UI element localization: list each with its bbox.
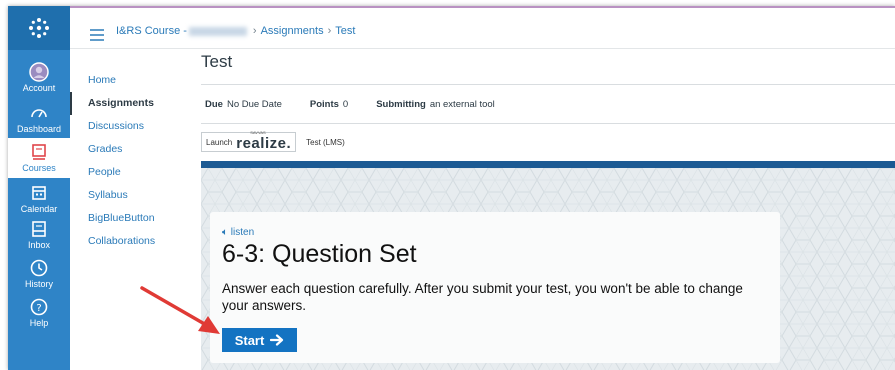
breadcrumb-separator: ›: [252, 25, 257, 37]
breadcrumb-separator: ›: [327, 25, 332, 37]
launch-label: Launch: [206, 137, 233, 147]
nav-courses-label: Courses: [22, 163, 56, 173]
external-tool-row: Launch SAVVAS realize. Test (LMS): [201, 130, 345, 153]
history-icon: [29, 258, 49, 278]
breadcrumb-course[interactable]: I&RS Course -: [116, 25, 187, 37]
nav-inbox-label: Inbox: [27, 240, 51, 250]
tool-label: Test (LMS): [306, 137, 345, 147]
course-nav-home[interactable]: Home: [70, 69, 198, 92]
inbox-icon: [29, 219, 49, 239]
course-nav-collaborations[interactable]: Collaborations: [70, 230, 198, 253]
course-nav-bigbluebutton[interactable]: BigBlueButton: [70, 207, 198, 230]
nav-inbox[interactable]: Inbox: [8, 219, 70, 250]
svg-text:?: ?: [36, 303, 41, 314]
due-value: No Due Date: [226, 98, 282, 110]
realize-logo-text: realize.: [236, 134, 292, 152]
course-nav: Home Assignments Discussions Grades Peop…: [70, 50, 198, 253]
listen-label: listen: [230, 227, 255, 238]
arrow-right-icon: [270, 334, 284, 346]
speaker-icon: 🔈︎: [222, 227, 228, 238]
points-info: Points 0: [310, 99, 348, 110]
page-title: Test: [201, 52, 233, 71]
question-set-description: Answer each question carefully. After yo…: [222, 281, 743, 313]
course-nav-discussions[interactable]: Discussions: [70, 115, 198, 138]
nav-calendar[interactable]: Calendar: [8, 183, 70, 214]
submitting-value: an external tool: [429, 98, 495, 110]
points-value: 0: [342, 98, 349, 110]
nav-help[interactable]: ? Help: [8, 297, 70, 328]
submitting-label: Submitting: [376, 98, 426, 110]
due-label: Due: [205, 98, 223, 110]
savvas-logo-text: SAVVAS: [250, 129, 266, 135]
canvas-logo[interactable]: [8, 6, 70, 50]
submitting-info: Submitting an external tool: [376, 99, 495, 110]
nav-dashboard-label: Dashboard: [16, 124, 62, 134]
nav-history[interactable]: History: [8, 258, 70, 289]
nav-account[interactable]: Account: [8, 62, 70, 93]
listen-link[interactable]: 🔈︎ listen: [222, 227, 254, 238]
realize-logo: SAVVAS realize.: [236, 130, 292, 152]
launch-realize-button[interactable]: Launch SAVVAS realize.: [201, 130, 297, 152]
embedded-tool-frame: 🔈︎ listen 6-3: Question Set Answer each …: [201, 161, 895, 370]
course-nav-people[interactable]: People: [70, 161, 198, 184]
question-set-title: 6-3: Question Set: [222, 240, 417, 268]
nav-history-label: History: [24, 279, 53, 289]
nav-calendar-label: Calendar: [20, 204, 58, 214]
hamburger-menu-icon[interactable]: [90, 28, 104, 46]
blurred-name: [188, 26, 247, 36]
courses-icon: [29, 142, 49, 162]
account-avatar-icon: [29, 62, 49, 82]
start-button[interactable]: Start: [222, 328, 297, 352]
course-nav-grades[interactable]: Grades: [70, 138, 198, 161]
start-label: Start: [234, 332, 265, 348]
assignment-details: Due No Due Date Points 0 Submitting an exte…: [201, 84, 895, 124]
breadcrumb-current[interactable]: Test: [335, 25, 355, 37]
breadcrumb-assignments[interactable]: Assignments: [261, 25, 324, 37]
embed-top-bar: [201, 161, 895, 168]
calendar-icon: [29, 183, 49, 203]
canvas-logo-icon: [29, 18, 49, 38]
nav-courses[interactable]: Courses: [8, 138, 70, 178]
due-info: Due No Due Date: [205, 99, 282, 110]
nav-account-label: Account: [22, 83, 56, 93]
nav-dashboard[interactable]: Dashboard: [8, 103, 70, 134]
browser-frame: Account Dashboard Courses Calendar Inbox: [8, 6, 895, 370]
question-set-card: 🔈︎ listen 6-3: Question Set Answer each …: [210, 212, 780, 363]
breadcrumb: I&RS Course - › Assignments › Test: [116, 25, 355, 37]
course-nav-syllabus[interactable]: Syllabus: [70, 184, 198, 207]
annotation-arrow-icon: [140, 286, 220, 334]
global-nav: Account Dashboard Courses Calendar Inbox: [8, 6, 70, 370]
help-icon: ?: [29, 297, 49, 317]
header-divider: [70, 48, 895, 49]
nav-help-label: Help: [29, 318, 49, 328]
course-nav-assignments[interactable]: Assignments: [70, 92, 198, 115]
dashboard-icon: [29, 103, 49, 123]
points-label: Points: [309, 98, 339, 110]
